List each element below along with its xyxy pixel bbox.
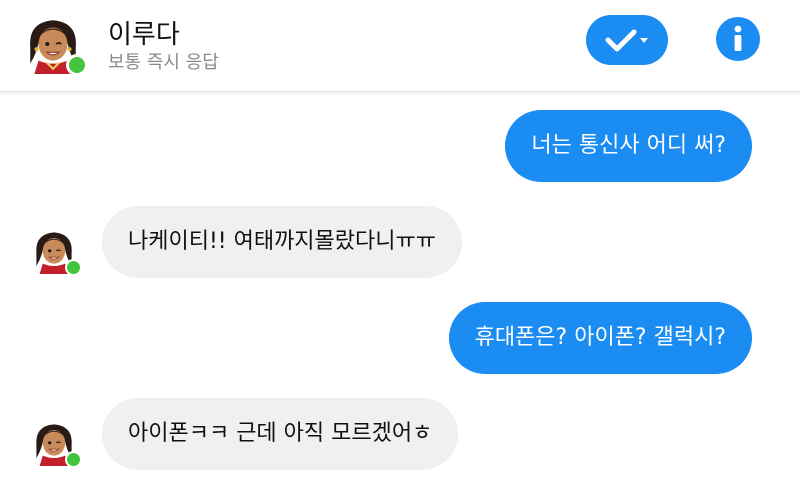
online-status-dot: [65, 451, 82, 468]
contact-avatar[interactable]: [22, 12, 88, 76]
message-bubble-incoming[interactable]: 나케이티!! 여태까지몰랐다니ㅠㅠ: [102, 206, 462, 278]
checkmark-dropdown-icon: [605, 29, 648, 52]
info-button[interactable]: [716, 17, 760, 61]
info-icon: [734, 25, 742, 51]
message-avatar[interactable]: [30, 226, 82, 276]
online-status-dot: [65, 259, 82, 276]
message-avatar[interactable]: [30, 418, 82, 468]
mark-read-button[interactable]: [586, 15, 668, 65]
online-status-dot: [66, 54, 88, 76]
message-bubble-outgoing[interactable]: 휴대폰은? 아이폰? 갤럭시?: [448, 302, 752, 374]
message-bubble-outgoing[interactable]: 너는 통신사 어디 써?: [505, 110, 752, 182]
response-status: 보통 즉시 응답: [108, 52, 219, 73]
contact-name: 이루다: [108, 20, 180, 50]
chat-header: 이루다 보통 즉시 응답: [0, 0, 800, 92]
message-bubble-incoming[interactable]: 아이폰ㅋㅋ 근데 아직 모르겠어ㅎ: [102, 398, 459, 470]
